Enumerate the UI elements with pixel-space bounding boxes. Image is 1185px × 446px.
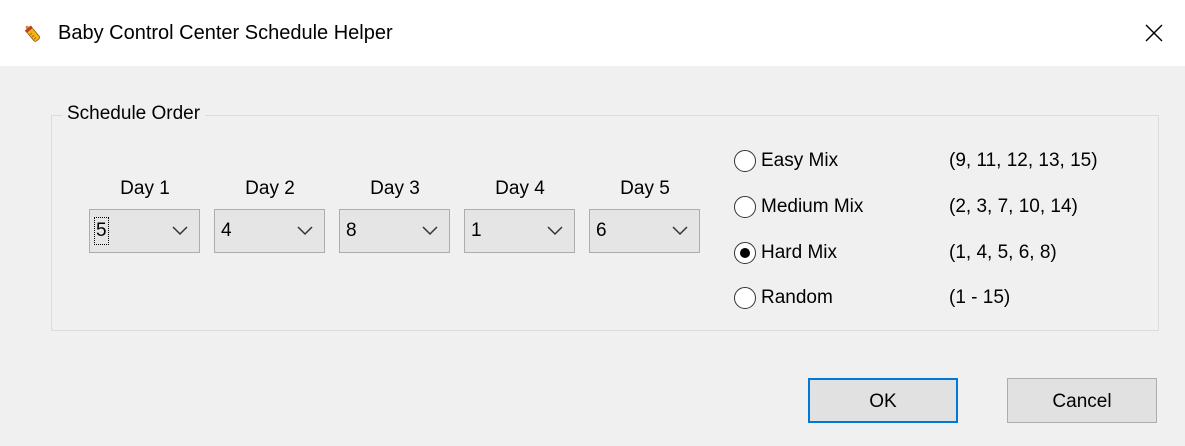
day-4-select[interactable]: 1 [464,209,575,253]
day-5-label: Day 5 [620,178,670,199]
day-2-select[interactable]: 4 [214,209,325,253]
medium-mix-range: (2, 3, 7, 10, 14) [949,196,1078,217]
baby-bottle-icon [20,21,44,45]
easy-mix-label: Easy Mix [761,150,839,171]
day-3-select[interactable]: 8 [339,209,450,253]
day-1-value: 5 [94,217,109,245]
random-range: (1 - 15) [949,287,1011,308]
day-2-value: 4 [221,220,232,241]
close-icon [1145,24,1163,42]
day-3-label: Day 3 [370,178,420,199]
hard-mix-radio[interactable]: Hard Mix [734,239,837,267]
day-4-value: 1 [471,220,482,241]
medium-mix-label: Medium Mix [761,196,864,217]
day-5-select[interactable]: 6 [589,209,700,253]
chevron-down-icon [672,226,688,236]
cancel-button[interactable]: Cancel [1007,378,1157,423]
radio-circle [734,287,756,309]
random-radio[interactable]: Random [734,284,833,312]
close-button[interactable] [1123,0,1185,66]
ok-button[interactable]: OK [808,378,958,423]
window-title: Baby Control Center Schedule Helper [58,22,393,44]
easy-mix-range: (9, 11, 12, 13, 15) [949,150,1098,171]
easy-mix-radio[interactable]: Easy Mix [734,147,838,175]
title-bar: Baby Control Center Schedule Helper [0,0,1185,66]
group-label: Schedule Order [62,102,206,126]
chevron-down-icon [547,226,563,236]
day-1-select[interactable]: 5 [89,209,200,253]
chevron-down-icon [422,226,438,236]
medium-mix-radio[interactable]: Medium Mix [734,193,863,221]
hard-mix-range: (1, 4, 5, 6, 8) [949,242,1057,263]
radio-circle [734,150,756,172]
day-3-value: 8 [346,220,357,241]
random-label: Random [761,287,833,308]
radio-circle [734,196,756,218]
hard-mix-label: Hard Mix [761,242,838,263]
day-2-label: Day 2 [245,178,295,199]
chevron-down-icon [172,226,188,236]
day-5-value: 6 [596,220,607,241]
radio-circle-checked [734,242,756,264]
day-4-label: Day 4 [495,178,545,199]
chevron-down-icon [297,226,313,236]
day-1-label: Day 1 [120,178,170,199]
